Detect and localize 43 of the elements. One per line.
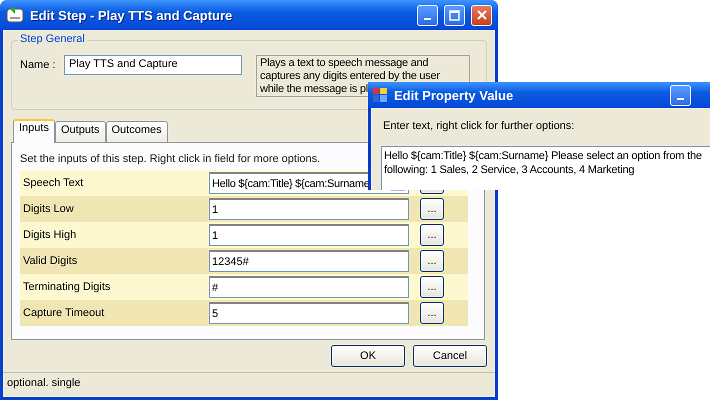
name-label: Name :: [20, 58, 56, 71]
close-button[interactable]: [471, 4, 492, 26]
name-field[interactable]: Play TTS and Capture: [64, 55, 242, 75]
description-line: captures any digits entered by the user: [260, 70, 440, 83]
input-label: Terminating Digits: [22, 281, 112, 293]
input-label: Valid Digits: [22, 255, 78, 267]
app-icon: [6, 6, 24, 24]
browse-button[interactable]: ...: [420, 198, 444, 220]
minimize-button[interactable]: [417, 4, 438, 26]
maximize-button[interactable]: [444, 4, 465, 26]
input-field[interactable]: 12345#: [209, 250, 409, 272]
minimize-icon: [424, 18, 431, 20]
input-field[interactable]: 1: [209, 224, 409, 246]
text-area[interactable]: Hello ${cam:Title} ${cam:Surname} Please select an option from the following: 1 Sales, 2 Service, 3 Accounts, 4 Marketing: [381, 146, 710, 190]
window-title: Edit Step - Play TTS and Capture: [30, 8, 234, 22]
browse-button[interactable]: ...: [420, 276, 444, 298]
tab[interactable]: Outputs: [54, 121, 106, 142]
input-field[interactable]: 5: [209, 302, 409, 324]
input-label: Speech Text: [22, 177, 84, 189]
window-icon: [372, 87, 388, 103]
ok-button[interactable]: OK: [331, 345, 405, 367]
popup-title: Edit Property Value: [394, 88, 514, 102]
input-label: Digits High: [22, 229, 78, 241]
tab[interactable]: Outcomes: [106, 121, 168, 142]
inputs-hint: Set the inputs of this step. Right click in field for more options.: [20, 153, 320, 165]
input-label: Digits Low: [22, 203, 75, 215]
browse-button[interactable]: ...: [420, 224, 444, 246]
input-label: Capture Timeout: [22, 307, 106, 319]
cancel-button[interactable]: Cancel: [413, 345, 487, 367]
input-field[interactable]: 1: [209, 198, 409, 220]
input-field[interactable]: #: [209, 276, 409, 298]
browse-button[interactable]: ...: [420, 250, 444, 272]
maximize-icon: [449, 10, 460, 20]
group-title: Step General: [18, 33, 87, 45]
status-text: optional. single: [7, 376, 80, 388]
minimize-icon: [677, 98, 684, 100]
tab[interactable]: Inputs: [13, 119, 55, 143]
description-line: while the message is pl: [260, 83, 368, 96]
minimize-button[interactable]: [670, 84, 691, 106]
browse-button[interactable]: ...: [420, 302, 444, 324]
description-line: Plays a text to speech message and: [260, 57, 428, 70]
close-icon: [476, 10, 486, 20]
prompt-text: Enter text, right click for further options:: [383, 120, 576, 132]
